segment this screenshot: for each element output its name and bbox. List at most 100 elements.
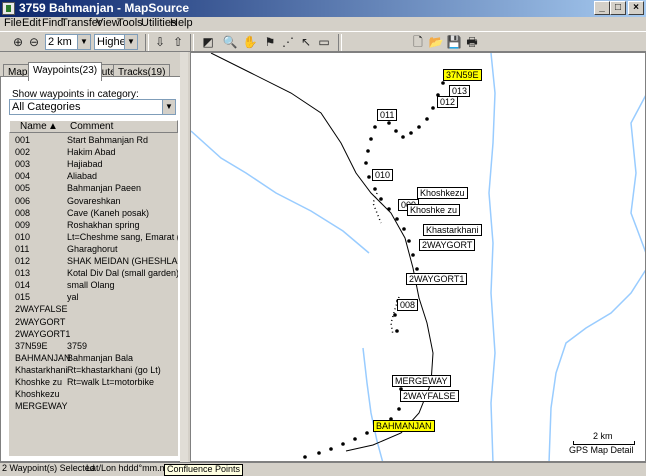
waypoint-name: 013 [15, 268, 31, 279]
waypoint-tool-icon[interactable]: ⚑ [262, 34, 278, 50]
waypoint-label-khoshkezu[interactable]: Khoshkezu [417, 187, 468, 199]
table-row[interactable]: 37N59E 3759 [9, 341, 178, 351]
table-row[interactable]: 2WAYFALSE [9, 304, 178, 314]
waypoint-label-37n59e[interactable]: 37N59E [443, 69, 482, 81]
table-row[interactable]: 2WAYGORT1 [9, 329, 178, 339]
table-row[interactable]: 012 SHAK MEIDAN (GHESHLAGH) [9, 256, 178, 266]
table-row[interactable]: 014 small Olang [9, 280, 178, 290]
waypoint-comment: Bahmanjan Paeen [67, 183, 142, 194]
menu-tools[interactable]: Tools [117, 17, 143, 29]
column-comment-header[interactable]: Comment [70, 121, 113, 133]
table-row[interactable]: 005 Bahmanjan Paeen [9, 183, 178, 193]
detail-level-select[interactable]: Highest ▼ [94, 34, 138, 50]
table-row[interactable]: 010 Lt=Cheshme sang, Emarat (go Rt) [9, 232, 178, 242]
waypoint-label-010[interactable]: 010 [372, 169, 394, 181]
waypoint-list-header: Name ▲ Comment [9, 120, 178, 133]
waypoint-label-2wayfalse[interactable]: 2WAYFALSE [400, 390, 459, 402]
menu-edit[interactable]: Edit [22, 17, 41, 29]
waypoint-name: 003 [15, 159, 31, 170]
waypoint-label-khastarkhani[interactable]: Khastarkhani [423, 224, 482, 236]
table-row[interactable]: 2WAYGORT [9, 317, 178, 327]
menu-bar: File Edit Find Transfer View Tools Utili… [0, 17, 646, 31]
table-row[interactable]: 002 Hakim Abad [9, 147, 178, 157]
table-row[interactable]: Khastarkhani Rt=khastarkhani (go Lt) [9, 365, 178, 375]
zoom-tool-icon[interactable]: 🔍 [222, 34, 238, 50]
waypoint-comment: Kotal Div Dal (small garden) [67, 268, 178, 279]
menu-help[interactable]: Help [170, 17, 193, 29]
table-row[interactable]: 015 yal [9, 292, 178, 302]
hand-tool-icon[interactable]: ✋ [242, 34, 258, 50]
table-row[interactable]: 011 Gharaghorut [9, 244, 178, 254]
selection-tool-icon[interactable]: ↖ [298, 34, 314, 50]
table-row[interactable]: 009 Roshakhan spring [9, 220, 178, 230]
table-row[interactable]: Khoshkezu [9, 389, 178, 399]
map-view[interactable]: 37N59E 013 012 011 010 Khoshkezu 009 Kho… [190, 52, 646, 462]
zoom-scale-select[interactable]: 2 km ▼ [45, 34, 91, 50]
send-to-device-icon[interactable]: ⇧ [170, 34, 186, 50]
waypoint-name: Khoshkezu [15, 389, 60, 400]
table-row[interactable]: MERGEWAY [9, 401, 178, 411]
tab-waypoints[interactable]: Waypoints(23) [28, 62, 103, 81]
table-row[interactable]: 003 Hajiabad [9, 159, 178, 169]
table-row[interactable]: BAHMANJAN Bahmanjan Bala [9, 353, 178, 363]
menu-file[interactable]: File [4, 17, 22, 29]
panel-splitter[interactable] [180, 52, 188, 462]
waypoint-name: 002 [15, 147, 31, 158]
river-line [191, 130, 370, 254]
waypoint-label-008[interactable]: 008 [397, 299, 419, 311]
waypoint-name: 011 [15, 243, 30, 254]
river-line [630, 95, 645, 253]
chevron-down-icon: ▼ [77, 35, 90, 49]
waypoint-label-khoshke-zu[interactable]: Khoshke zu [407, 204, 461, 216]
map-tool-icon[interactable]: ◩ [200, 34, 216, 50]
category-value: All Categories [12, 101, 81, 113]
maximize-button[interactable]: □ [610, 1, 626, 15]
waypoint-name: 008 [15, 207, 31, 218]
waypoint-comment: Rt=khastarkhani (go Lt) [67, 364, 161, 375]
scale-label: 2 km [593, 431, 613, 441]
waypoint-name: MERGEWAY [15, 401, 68, 412]
waypoint-comment: SHAK MEIDAN (GHESHLAGH) [67, 256, 178, 266]
column-name-header[interactable]: Name [20, 121, 47, 133]
table-row[interactable]: 008 Cave (Kaneh posak) [9, 208, 178, 218]
distance-tool-icon[interactable]: ▭ [316, 34, 332, 50]
waypoint-name: 005 [15, 183, 31, 194]
zoom-in-icon[interactable]: ⊕ [10, 34, 26, 50]
waypoint-label-mergeway[interactable]: MERGEWAY [392, 375, 451, 387]
waypoint-label-bahmanjan[interactable]: BAHMANJAN [373, 420, 435, 432]
window-title: 3759 Bahmanjan - MapSource [19, 1, 190, 15]
minimize-button[interactable]: _ [594, 1, 610, 15]
open-folder-icon[interactable]: 📂 [428, 34, 444, 50]
save-icon[interactable]: 💾 [446, 34, 462, 50]
zoom-out-icon[interactable]: ⊖ [26, 34, 42, 50]
toolbar-separator [338, 34, 342, 51]
print-icon[interactable]: 🖶 [464, 34, 480, 50]
table-row[interactable]: Khoshke zu Rt=walk Lt=motorbike [9, 377, 178, 387]
receive-from-device-icon[interactable]: ⇩ [152, 34, 168, 50]
waypoint-name: Khastarkhani [15, 364, 68, 375]
waypoint-comment: Roshakhan spring [67, 219, 140, 230]
waypoint-name: BAHMANJAN [15, 352, 71, 363]
waypoint-label-012[interactable]: 012 [437, 96, 459, 108]
toolbar-separator [190, 34, 194, 51]
table-row[interactable]: 001 Start Bahmanjan Rd [9, 135, 178, 145]
waypoint-comment: Cave (Kaneh posak) [67, 207, 150, 218]
waypoint-name: 010 [15, 231, 31, 242]
table-row[interactable]: 013 Kotal Div Dal (small garden) [9, 268, 178, 278]
waypoint-name: 006 [15, 195, 31, 206]
table-row[interactable]: 004 Aliabad [9, 171, 178, 181]
zoom-scale-value: 2 km [48, 36, 72, 48]
new-file-icon[interactable]: 🗋 [410, 34, 426, 50]
waypoint-comment: Rt=walk Lt=motorbike [67, 377, 155, 387]
waypoint-comment: Hakim Abad [67, 147, 116, 158]
route-tool-icon[interactable]: ⋰ [280, 34, 296, 50]
waypoint-comment: yal [67, 292, 79, 303]
waypoint-label-2waygort[interactable]: 2WAYGORT [419, 239, 476, 251]
waypoint-name: 001 [15, 135, 31, 145]
table-row[interactable]: 006 Govareshkan [9, 196, 178, 206]
category-select[interactable]: All Categories ▼ [9, 99, 176, 115]
close-button[interactable]: × [628, 1, 644, 15]
waypoint-name: 37N59E [15, 340, 48, 351]
waypoint-label-011[interactable]: 011 [377, 109, 398, 121]
waypoint-label-2waygort1[interactable]: 2WAYGORT1 [406, 273, 468, 285]
